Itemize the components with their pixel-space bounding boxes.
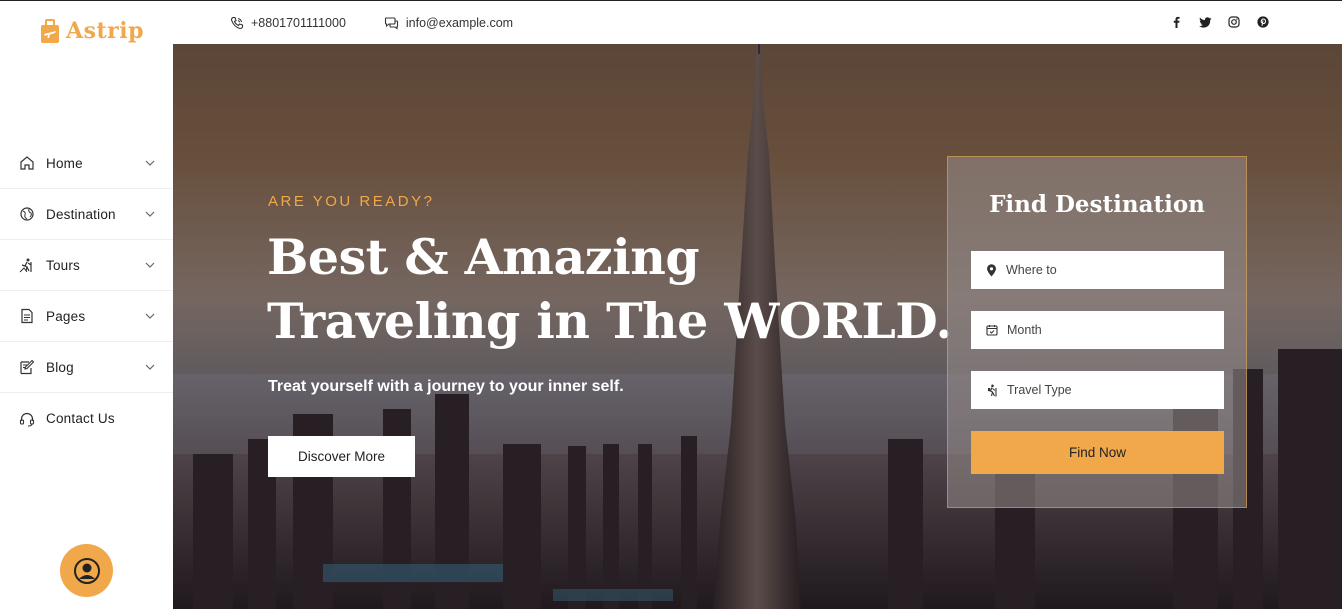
sidebar-item-tours[interactable]: Tours: [0, 240, 173, 291]
headset-icon: [18, 410, 36, 428]
top-bar: +8801701111000 info@example.com: [173, 0, 1342, 44]
month-field[interactable]: [971, 311, 1224, 349]
chevron-down-icon: [145, 211, 155, 217]
social-links: [1169, 15, 1270, 29]
instagram-icon[interactable]: [1227, 15, 1241, 29]
document-icon: [18, 307, 36, 325]
sidebar-item-home[interactable]: Home: [0, 138, 173, 189]
sidebar: Astrip Home Destination Tours Pages Blog…: [0, 0, 173, 609]
calendar-icon: [986, 325, 998, 336]
hero-headline: Best & Amazing Traveling in The WORLD.: [267, 225, 967, 353]
edit-icon: [18, 358, 36, 376]
travel-type-field[interactable]: [971, 371, 1224, 409]
find-destination-panel: Find Destination Find Now: [947, 156, 1247, 508]
month-input[interactable]: [1007, 323, 1207, 337]
chevron-down-icon: [145, 160, 155, 166]
chevron-down-icon: [145, 313, 155, 319]
hero-headline-line1: Best & Amazing: [267, 228, 700, 286]
hero-eyebrow: ARE YOU READY?: [268, 193, 435, 210]
sidebar-item-destination[interactable]: Destination: [0, 189, 173, 240]
sidebar-item-blog[interactable]: Blog: [0, 342, 173, 393]
sidebar-item-label: Pages: [46, 308, 86, 324]
brand-logo[interactable]: Astrip: [38, 17, 144, 45]
sidebar-item-label: Home: [46, 155, 83, 171]
email-address: info@example.com: [405, 15, 514, 30]
facebook-icon[interactable]: [1169, 15, 1183, 29]
twitter-icon[interactable]: [1198, 15, 1212, 29]
pinterest-icon[interactable]: [1256, 15, 1270, 29]
user-icon: [73, 557, 100, 584]
hiker-icon: [987, 384, 997, 396]
home-icon: [18, 154, 36, 172]
hiking-icon: [18, 256, 36, 274]
sidebar-item-label: Contact Us: [46, 411, 115, 426]
user-account-button[interactable]: [60, 544, 113, 597]
travel-type-input[interactable]: [1007, 383, 1207, 397]
discover-more-button[interactable]: Discover More: [268, 436, 415, 477]
location-pin-icon: [987, 263, 996, 276]
chat-icon: [384, 16, 398, 30]
sidebar-item-label: Blog: [46, 359, 74, 375]
chevron-down-icon: [145, 364, 155, 370]
hero-section: ARE YOU READY? Best & Amazing Traveling …: [173, 44, 1342, 609]
sidebar-item-contact-us[interactable]: Contact Us: [0, 393, 173, 444]
chevron-down-icon: [145, 262, 155, 268]
phone-contact[interactable]: +8801701111000: [230, 16, 346, 30]
phone-icon: [230, 16, 244, 29]
globe-icon: [18, 205, 36, 223]
where-to-input[interactable]: [1006, 263, 1206, 277]
hero-tagline: Treat yourself with a journey to your in…: [268, 378, 624, 395]
sidebar-item-label: Tours: [46, 257, 81, 273]
brand-name: Astrip: [66, 18, 144, 44]
where-to-field[interactable]: [971, 251, 1224, 289]
find-destination-title: Find Destination: [989, 191, 1205, 218]
sidebar-item-label: Destination: [46, 206, 116, 222]
find-now-button[interactable]: Find Now: [971, 431, 1224, 474]
suitcase-plane-icon: [41, 19, 59, 43]
email-contact[interactable]: info@example.com: [384, 16, 513, 30]
sidebar-item-pages[interactable]: Pages: [0, 291, 173, 342]
sidebar-nav: Home Destination Tours Pages Blog Contac…: [0, 138, 173, 444]
phone-number: +8801701111000: [251, 15, 346, 30]
hero-headline-line2: Traveling in The WORLD.: [267, 292, 953, 350]
